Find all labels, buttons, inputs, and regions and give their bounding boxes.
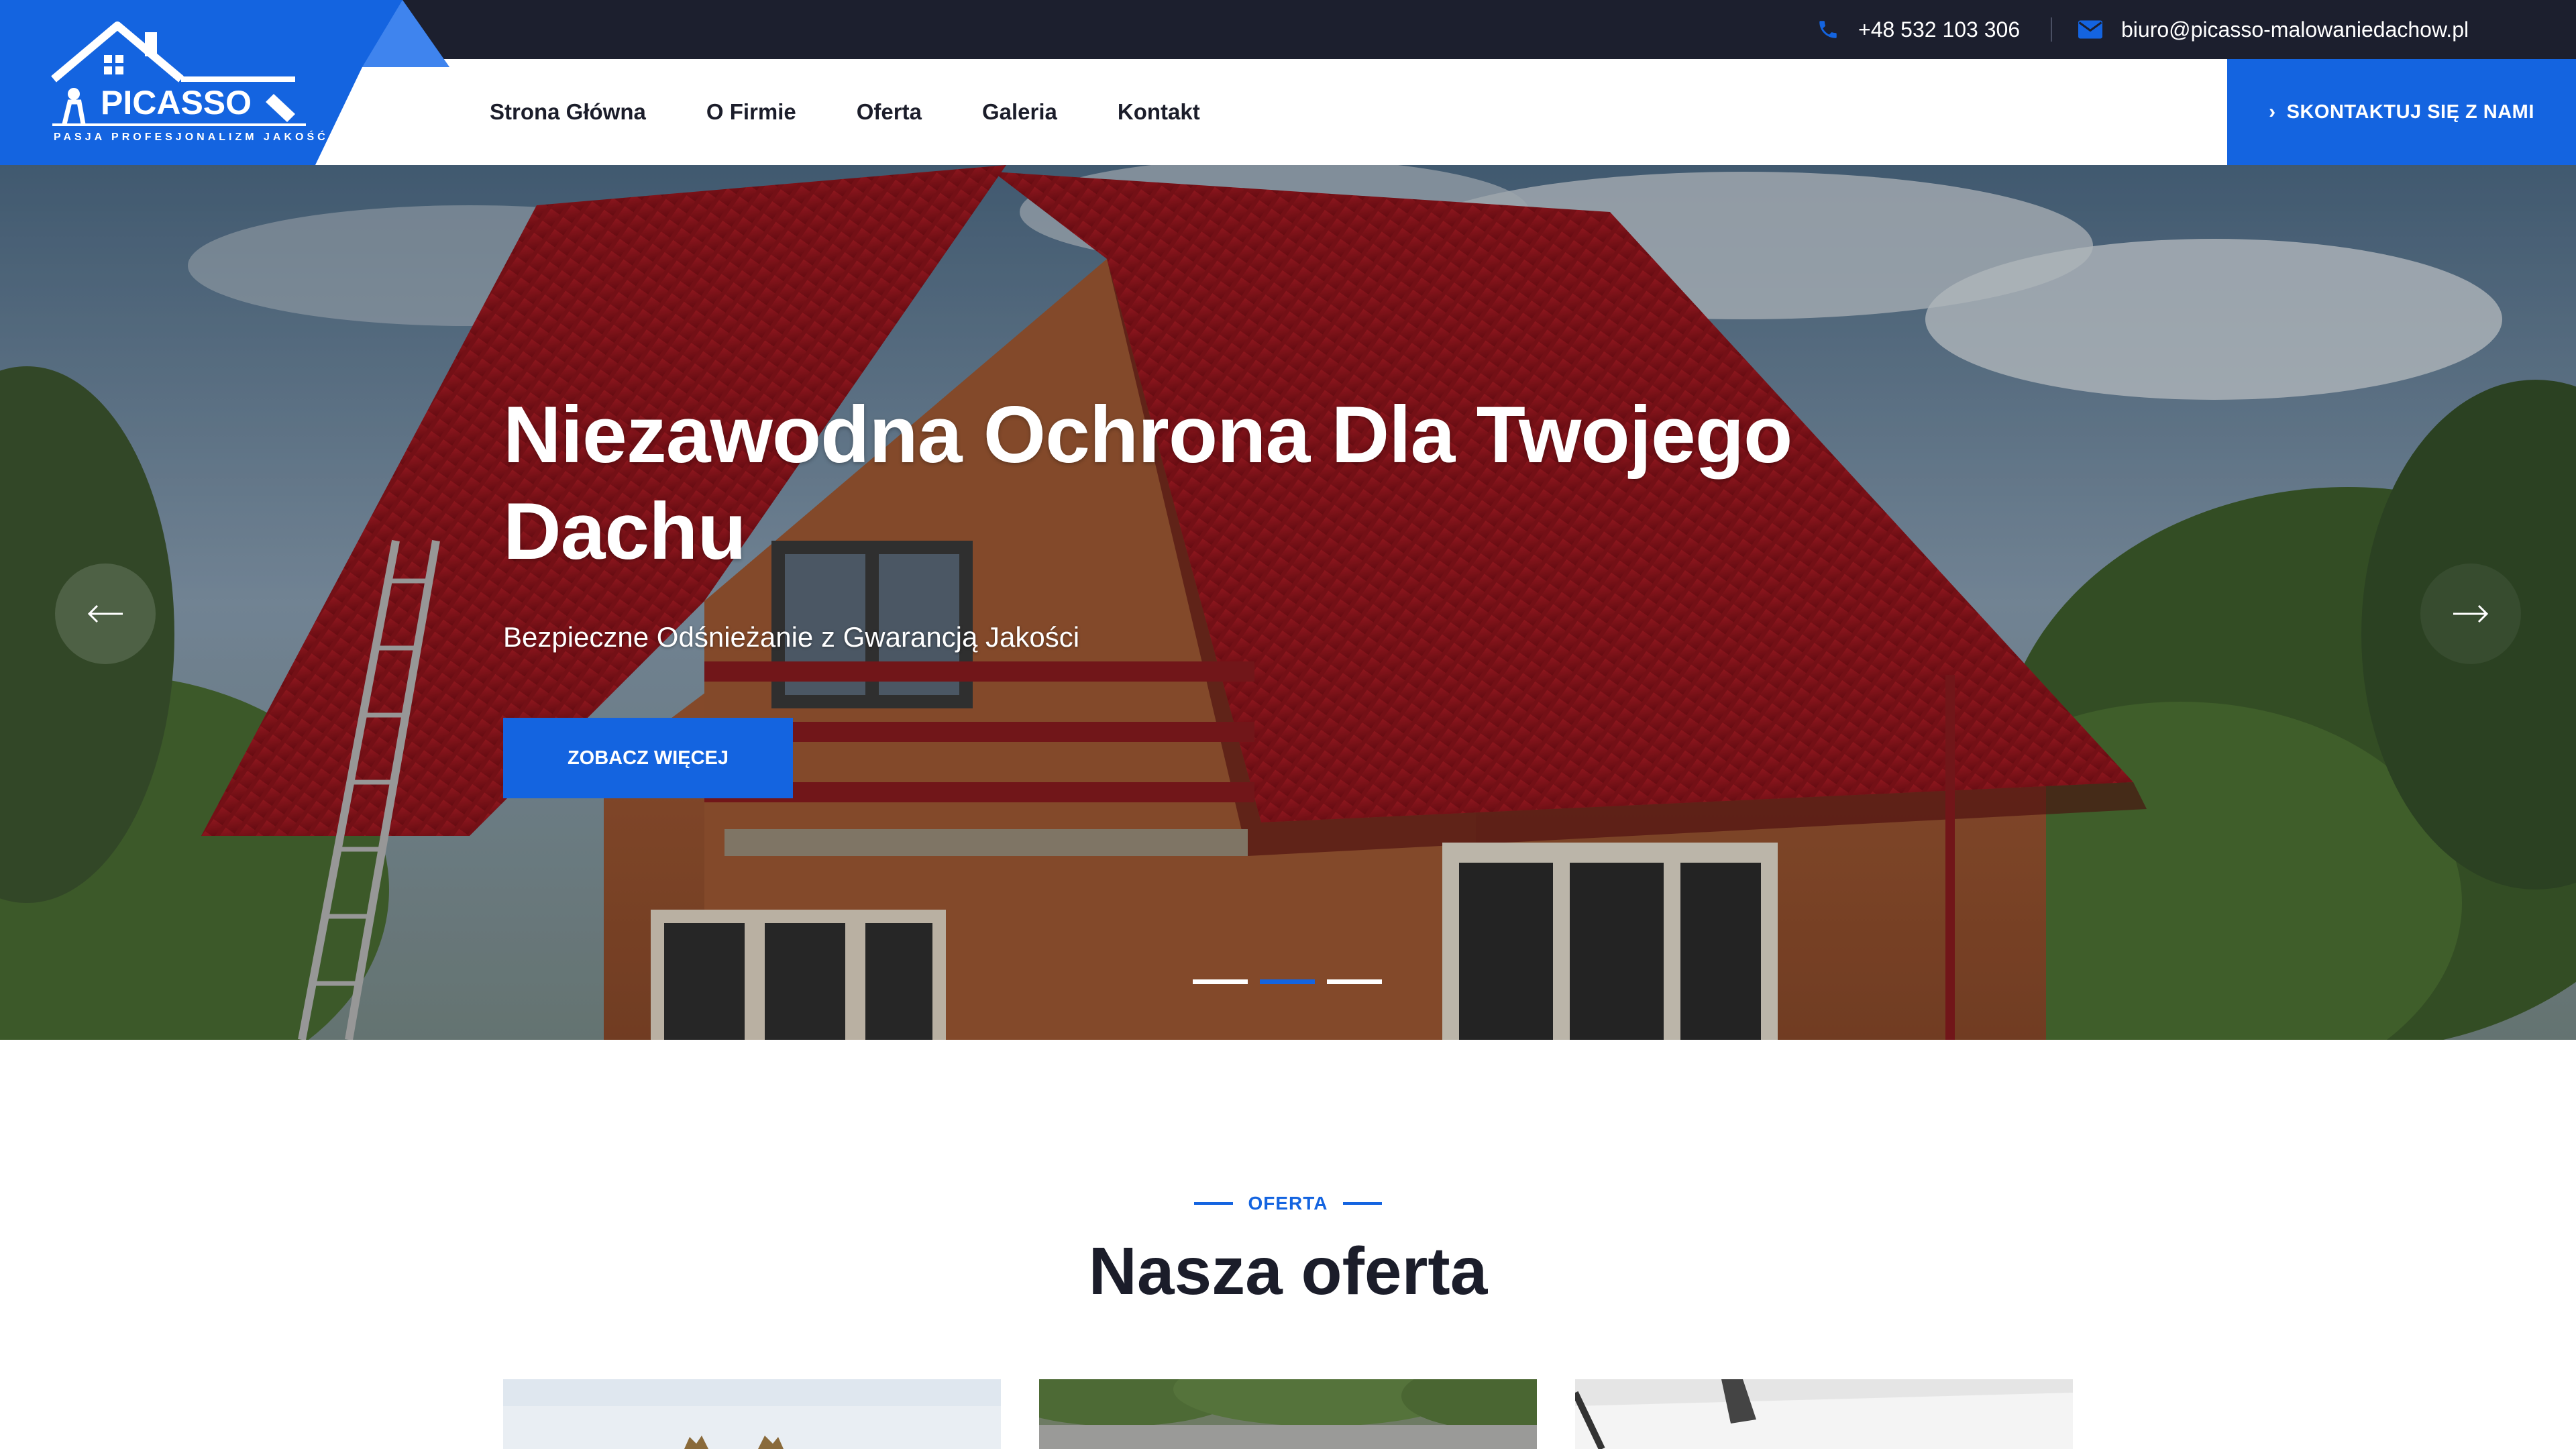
nav-item-about[interactable]: O Firmie [706,99,796,125]
slider-dot-3[interactable] [1327,979,1382,984]
offer-card-image-2[interactable] [1039,1379,1537,1449]
chevron-right-icon: › [2269,101,2276,123]
phone-number: +48 532 103 306 [1858,17,2021,42]
contact-us-button[interactable]: › SKONTAKTUJ SIĘ Z NAMI [2227,59,2576,165]
logo-tagline: PASJA PROFESJONALIZM JAKOŚĆ [54,130,329,143]
slider-dot-2[interactable] [1260,979,1315,984]
logo-name: PICASSO [101,84,252,121]
kicker-line-left [1194,1202,1234,1205]
divider [2051,17,2052,42]
main-nav: Strona Główna O Firmie Oferta Galeria Ko… [490,59,1260,165]
logo[interactable]: PICASSO PASJA PROFESJONALIZM JAKOŚĆ [0,0,449,165]
nav-item-home[interactable]: Strona Główna [490,99,646,125]
hero-title-line2: Dachu [503,486,747,576]
arrow-left-icon [87,604,123,623]
kicker-text: OFERTA [1248,1193,1328,1214]
kicker-line-right [1342,1202,1382,1205]
offer-card-image-1[interactable] [503,1379,1001,1449]
see-more-button[interactable]: ZOBACZ WIĘCEJ [503,718,793,798]
hero-subtitle: Bezpieczne Odśnieżanie z Gwarancją Jakoś… [503,621,1080,653]
hero-title: Niezawodna Ochrona Dla Twojego Dachu [503,386,1979,580]
nav-item-offer[interactable]: Oferta [857,99,922,125]
email-contact[interactable]: biuro@picasso-malowaniedachow.pl [2078,0,2469,59]
hero-slider: Niezawodna Ochrona Dla Twojego Dachu Bez… [0,165,2576,1040]
nav-item-contact[interactable]: Kontakt [1118,99,1200,125]
hero-title-line1: Niezawodna Ochrona Dla Twojego [503,390,1792,480]
email-icon [2078,20,2102,39]
email-address: biuro@picasso-malowaniedachow.pl [2121,17,2469,42]
arrow-right-icon [2453,604,2489,623]
section-title: Nasza oferta [1088,1234,1488,1309]
nav-item-gallery[interactable]: Galeria [982,99,1057,125]
slider-dot-1[interactable] [1193,979,1248,984]
section-kicker: OFERTA [0,1193,2576,1214]
slider-prev-button[interactable] [55,564,156,664]
phone-contact[interactable]: +48 532 103 306 [1817,0,2020,59]
hero-background-image [0,165,2576,1040]
offer-card-image-3[interactable] [1575,1379,2073,1449]
slider-next-button[interactable] [2420,564,2521,664]
phone-icon [1819,21,1837,38]
contact-us-label: SKONTAKTUJ SIĘ Z NAMI [2286,101,2534,123]
slider-pagination [1193,979,1394,984]
